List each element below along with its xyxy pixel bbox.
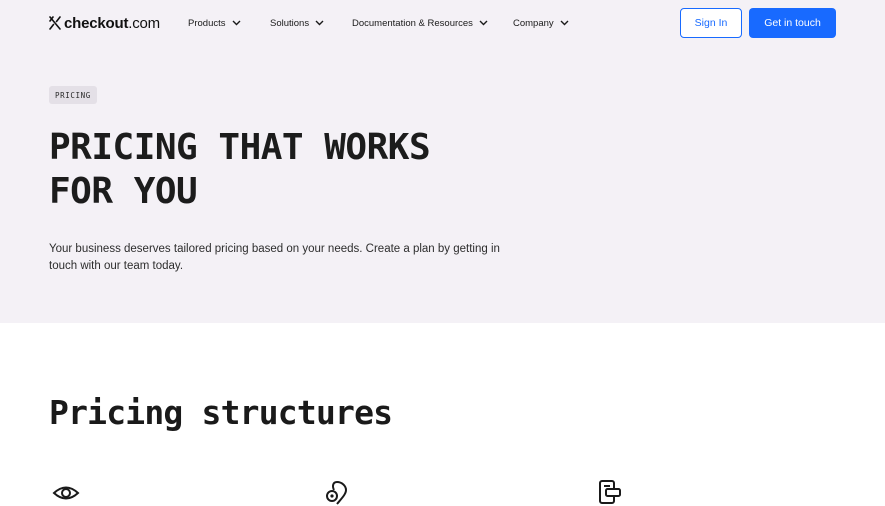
hero-description: Your business deserves tailored pricing … — [49, 243, 500, 272]
nav-item-label: Products — [188, 17, 226, 29]
nav-item-label: Solutions — [270, 17, 310, 29]
nav-item-company[interactable]: Company — [513, 16, 569, 30]
nav-item-label: Documentation & Resources — [352, 17, 473, 29]
checkout-x-icon — [49, 16, 61, 30]
nav-item-label: Company — [513, 17, 554, 29]
hero-section: checkout.com Products Solutions Document… — [0, 0, 885, 323]
top-navigation: checkout.com Products Solutions Document… — [0, 0, 885, 46]
sign-in-button[interactable]: Sign In — [680, 8, 742, 38]
pricing-structures-heading: Pricing structures — [49, 393, 393, 432]
nav-item-documentation-resources[interactable]: Documentation & Resources — [352, 16, 488, 30]
pricing-eyebrow-badge: PRICING — [49, 86, 97, 104]
chevron-down-icon — [479, 20, 488, 26]
chevron-down-icon — [315, 20, 324, 26]
get-in-touch-button[interactable]: Get in touch — [749, 8, 836, 38]
nav-item-products[interactable]: Products — [188, 16, 241, 30]
page-title-line-1: PRICING THAT WORKS — [49, 127, 431, 168]
page-title: PRICING THAT WORKS FOR YOU — [49, 126, 509, 214]
chevron-down-icon — [232, 20, 240, 26]
nav-item-solutions[interactable]: Solutions — [270, 16, 324, 30]
brand-name: checkout.com — [64, 14, 160, 32]
brand-logo[interactable]: checkout.com — [49, 14, 160, 32]
chevron-down-icon — [560, 20, 569, 26]
page-title-line-2: FOR YOU — [49, 171, 198, 212]
